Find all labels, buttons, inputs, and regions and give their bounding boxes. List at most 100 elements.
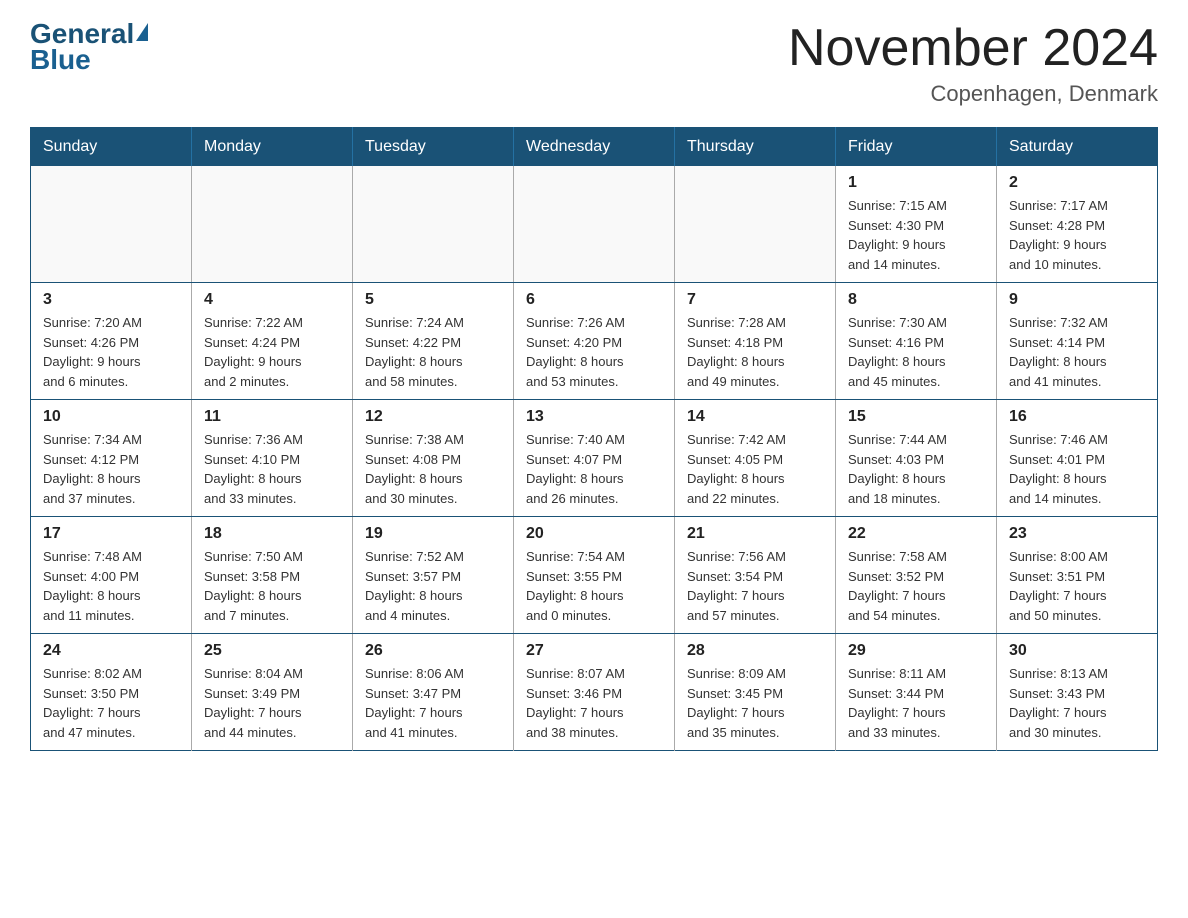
day-info: Sunrise: 8:04 AM Sunset: 3:49 PM Dayligh…	[204, 664, 340, 742]
day-number: 28	[687, 642, 823, 660]
calendar-cell: 7Sunrise: 7:28 AM Sunset: 4:18 PM Daylig…	[675, 283, 836, 400]
calendar-cell: 8 Sunrise: 7:30 AM Sunset: 4:16 PM Daylig…	[836, 283, 997, 400]
header-monday: Monday	[192, 128, 353, 167]
day-info: Sunrise: 8:11 AM Sunset: 3:44 PM Dayligh…	[848, 664, 984, 742]
day-number: 5	[365, 291, 501, 309]
day-info: Sunrise: 7:48 AM Sunset: 4:00 PM Dayligh…	[43, 547, 179, 625]
day-number: 19	[365, 525, 501, 543]
day-number: 22	[848, 525, 984, 543]
day-number: 20	[526, 525, 662, 543]
calendar-cell: 9 Sunrise: 7:32 AM Sunset: 4:14 PM Daylig…	[997, 283, 1158, 400]
day-number: 11	[204, 408, 340, 426]
day-info: Sunrise: 8:09 AM Sunset: 3:45 PM Dayligh…	[687, 664, 823, 742]
day-info: Sunrise: 7:56 AM Sunset: 3:54 PM Dayligh…	[687, 547, 823, 625]
logo: General Blue	[30, 20, 148, 76]
calendar-cell: 14 Sunrise: 7:42 AM Sunset: 4:05 PM Dayli…	[675, 400, 836, 517]
day-number: 14	[687, 408, 823, 426]
day-number: 16	[1009, 408, 1145, 426]
calendar-cell: 1 Sunrise: 7:15 AM Sunset: 4:30 PM Daylig…	[836, 166, 997, 283]
calendar-cell: 10 Sunrise: 7:34 AM Sunset: 4:12 PM Dayli…	[31, 400, 192, 517]
calendar-cell	[514, 166, 675, 283]
calendar-cell	[675, 166, 836, 283]
day-info: Sunrise: 7:36 AM Sunset: 4:10 PM Dayligh…	[204, 430, 340, 508]
week-row-2: 3 Sunrise: 7:20 AM Sunset: 4:26 PM Daylig…	[31, 283, 1158, 400]
header-row: SundayMondayTuesdayWednesdayThursdayFrid…	[31, 128, 1158, 167]
calendar-cell: 26 Sunrise: 8:06 AM Sunset: 3:47 PM Dayli…	[353, 634, 514, 751]
calendar-cell: 20 Sunrise: 7:54 AM Sunset: 3:55 PM Dayli…	[514, 517, 675, 634]
calendar-cell: 11 Sunrise: 7:36 AM Sunset: 4:10 PM Dayli…	[192, 400, 353, 517]
day-number: 26	[365, 642, 501, 660]
day-info: Sunrise: 7:30 AM Sunset: 4:16 PM Dayligh…	[848, 313, 984, 391]
day-info: Sunrise: 7:42 AM Sunset: 4:05 PM Dayligh…	[687, 430, 823, 508]
calendar-cell	[31, 166, 192, 283]
day-number: 18	[204, 525, 340, 543]
calendar-header: SundayMondayTuesdayWednesdayThursdayFrid…	[31, 128, 1158, 167]
day-number: 30	[1009, 642, 1145, 660]
calendar-cell	[353, 166, 514, 283]
day-number: 10	[43, 408, 179, 426]
calendar-cell: 6 Sunrise: 7:26 AM Sunset: 4:20 PM Daylig…	[514, 283, 675, 400]
day-info: Sunrise: 7:28 AM Sunset: 4:18 PM Dayligh…	[687, 313, 823, 391]
day-info: Sunrise: 7:52 AM Sunset: 3:57 PM Dayligh…	[365, 547, 501, 625]
day-info: Sunrise: 7:44 AM Sunset: 4:03 PM Dayligh…	[848, 430, 984, 508]
calendar-body: 1 Sunrise: 7:15 AM Sunset: 4:30 PM Daylig…	[31, 166, 1158, 751]
day-info: Sunrise: 8:07 AM Sunset: 3:46 PM Dayligh…	[526, 664, 662, 742]
calendar-cell: 2Sunrise: 7:17 AM Sunset: 4:28 PM Daylig…	[997, 166, 1158, 283]
day-info: Sunrise: 7:34 AM Sunset: 4:12 PM Dayligh…	[43, 430, 179, 508]
day-number: 1	[848, 174, 984, 192]
header-friday: Friday	[836, 128, 997, 167]
page-header: General Blue November 2024 Copenhagen, D…	[30, 20, 1158, 107]
calendar-cell: 24Sunrise: 8:02 AM Sunset: 3:50 PM Dayli…	[31, 634, 192, 751]
day-info: Sunrise: 7:54 AM Sunset: 3:55 PM Dayligh…	[526, 547, 662, 625]
day-number: 23	[1009, 525, 1145, 543]
calendar-cell: 17 Sunrise: 7:48 AM Sunset: 4:00 PM Dayli…	[31, 517, 192, 634]
day-info: Sunrise: 8:06 AM Sunset: 3:47 PM Dayligh…	[365, 664, 501, 742]
calendar-cell: 5Sunrise: 7:24 AM Sunset: 4:22 PM Daylig…	[353, 283, 514, 400]
header-wednesday: Wednesday	[514, 128, 675, 167]
month-title: November 2024	[788, 20, 1158, 77]
logo-triangle-icon	[136, 23, 148, 41]
day-info: Sunrise: 7:32 AM Sunset: 4:14 PM Dayligh…	[1009, 313, 1145, 391]
day-info: Sunrise: 7:38 AM Sunset: 4:08 PM Dayligh…	[365, 430, 501, 508]
calendar-cell: 29Sunrise: 8:11 AM Sunset: 3:44 PM Dayli…	[836, 634, 997, 751]
week-row-1: 1 Sunrise: 7:15 AM Sunset: 4:30 PM Daylig…	[31, 166, 1158, 283]
day-info: Sunrise: 7:15 AM Sunset: 4:30 PM Dayligh…	[848, 196, 984, 274]
day-number: 24	[43, 642, 179, 660]
day-info: Sunrise: 7:26 AM Sunset: 4:20 PM Dayligh…	[526, 313, 662, 391]
calendar-cell: 4Sunrise: 7:22 AM Sunset: 4:24 PM Daylig…	[192, 283, 353, 400]
day-info: Sunrise: 7:20 AM Sunset: 4:26 PM Dayligh…	[43, 313, 179, 391]
day-number: 3	[43, 291, 179, 309]
day-info: Sunrise: 8:00 AM Sunset: 3:51 PM Dayligh…	[1009, 547, 1145, 625]
day-info: Sunrise: 7:22 AM Sunset: 4:24 PM Dayligh…	[204, 313, 340, 391]
calendar-cell	[192, 166, 353, 283]
day-info: Sunrise: 7:17 AM Sunset: 4:28 PM Dayligh…	[1009, 196, 1145, 274]
header-thursday: Thursday	[675, 128, 836, 167]
day-number: 6	[526, 291, 662, 309]
day-number: 9	[1009, 291, 1145, 309]
calendar-cell: 12Sunrise: 7:38 AM Sunset: 4:08 PM Dayli…	[353, 400, 514, 517]
calendar-cell: 18Sunrise: 7:50 AM Sunset: 3:58 PM Dayli…	[192, 517, 353, 634]
calendar-table: SundayMondayTuesdayWednesdayThursdayFrid…	[30, 127, 1158, 751]
calendar-cell: 15 Sunrise: 7:44 AM Sunset: 4:03 PM Dayli…	[836, 400, 997, 517]
calendar-cell: 16 Sunrise: 7:46 AM Sunset: 4:01 PM Dayli…	[997, 400, 1158, 517]
day-number: 25	[204, 642, 340, 660]
day-number: 17	[43, 525, 179, 543]
calendar-cell: 13 Sunrise: 7:40 AM Sunset: 4:07 PM Dayli…	[514, 400, 675, 517]
calendar-cell: 25 Sunrise: 8:04 AM Sunset: 3:49 PM Dayli…	[192, 634, 353, 751]
calendar-cell: 23 Sunrise: 8:00 AM Sunset: 3:51 PM Dayli…	[997, 517, 1158, 634]
calendar-cell: 30 Sunrise: 8:13 AM Sunset: 3:43 PM Dayli…	[997, 634, 1158, 751]
day-info: Sunrise: 8:13 AM Sunset: 3:43 PM Dayligh…	[1009, 664, 1145, 742]
calendar-cell: 27Sunrise: 8:07 AM Sunset: 3:46 PM Dayli…	[514, 634, 675, 751]
week-row-4: 17 Sunrise: 7:48 AM Sunset: 4:00 PM Dayli…	[31, 517, 1158, 634]
header-saturday: Saturday	[997, 128, 1158, 167]
day-number: 13	[526, 408, 662, 426]
calendar-cell: 28 Sunrise: 8:09 AM Sunset: 3:45 PM Dayli…	[675, 634, 836, 751]
calendar-cell: 19 Sunrise: 7:52 AM Sunset: 3:57 PM Dayli…	[353, 517, 514, 634]
day-number: 8	[848, 291, 984, 309]
day-info: Sunrise: 7:46 AM Sunset: 4:01 PM Dayligh…	[1009, 430, 1145, 508]
header-sunday: Sunday	[31, 128, 192, 167]
day-info: Sunrise: 7:58 AM Sunset: 3:52 PM Dayligh…	[848, 547, 984, 625]
day-info: Sunrise: 7:40 AM Sunset: 4:07 PM Dayligh…	[526, 430, 662, 508]
location-title: Copenhagen, Denmark	[788, 81, 1158, 107]
day-number: 15	[848, 408, 984, 426]
